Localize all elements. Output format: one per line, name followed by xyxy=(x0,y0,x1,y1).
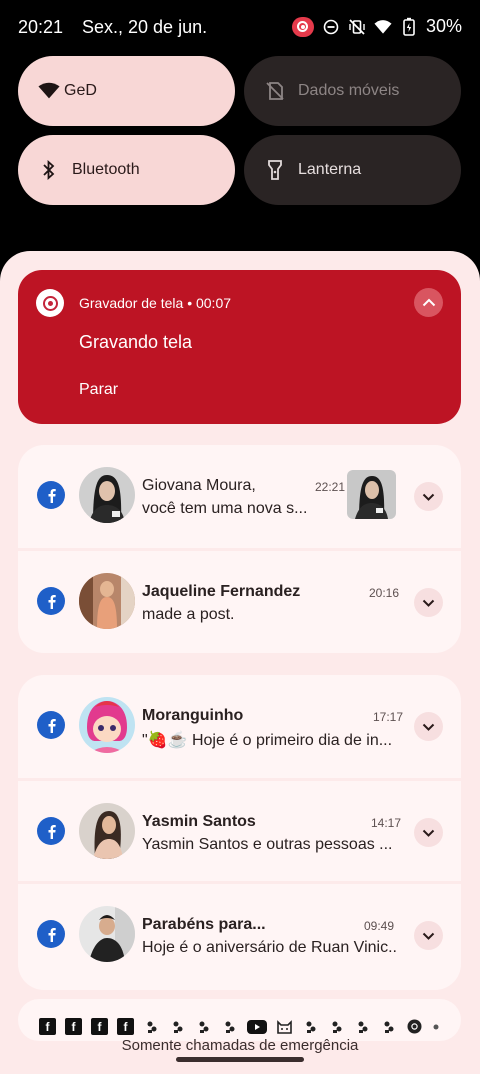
recorder-title: Gravando tela xyxy=(79,332,193,352)
expand-button[interactable] xyxy=(414,588,443,617)
app-icon xyxy=(354,1018,371,1035)
youtube-icon xyxy=(247,1018,267,1035)
screen-recorder-app-icon xyxy=(36,289,64,317)
app-icon xyxy=(302,1018,319,1035)
expand-button[interactable] xyxy=(414,818,443,847)
notification-text: Hoje é o aniversário de Ruan Vinic... xyxy=(142,939,397,956)
tile-wifi-label: GeD xyxy=(64,82,97,99)
chevron-down-icon xyxy=(422,932,435,940)
do-not-disturb-icon xyxy=(322,18,340,36)
tile-mobile-data[interactable]: Dados móveis xyxy=(244,56,461,126)
notification-item[interactable]: Moranguinho 17:17 "🍓☕ Hoje é o primeiro … xyxy=(18,675,461,778)
facebook-icon xyxy=(37,481,65,509)
app-icon xyxy=(380,1018,397,1035)
collapse-button[interactable] xyxy=(414,288,443,317)
notification-shade-screen: 20:21 Sex., 20 de jun. 30% GeD Dados móv… xyxy=(0,0,480,1074)
notification-text: made a post. xyxy=(142,606,235,623)
notification-sender: Parabéns para... xyxy=(142,916,266,933)
expand-button[interactable] xyxy=(414,712,443,741)
notification-item[interactable]: Yasmin Santos 14:17 Yasmin Santos e outr… xyxy=(18,778,461,881)
facebook-icon: f xyxy=(91,1018,108,1035)
facebook-icon xyxy=(37,711,65,739)
notification-time: 09:49 xyxy=(364,919,395,933)
app-icon xyxy=(143,1018,160,1035)
tile-flashlight[interactable]: Lanterna xyxy=(244,135,461,205)
chevron-down-icon xyxy=(422,493,435,501)
facebook-icon: f xyxy=(65,1018,82,1035)
recorder-app-name: Gravador de tela xyxy=(79,295,184,311)
stop-recording-button[interactable]: Parar xyxy=(79,381,118,399)
status-time: 20:21 xyxy=(18,17,64,37)
app-icon xyxy=(328,1018,345,1035)
gesture-handle[interactable] xyxy=(176,1057,304,1062)
facebook-icon xyxy=(37,920,65,948)
notification-sender: Yasmin Santos xyxy=(142,813,256,830)
vibrate-off-icon xyxy=(348,18,366,36)
facebook-icon: f xyxy=(39,1018,56,1035)
tile-mobile-data-label: Dados móveis xyxy=(298,82,400,99)
notification-time: 22:21 xyxy=(315,480,346,494)
notification-group: Moranguinho 17:17 "🍓☕ Hoje é o primeiro … xyxy=(18,675,461,990)
notification-time: 20:16 xyxy=(369,586,400,600)
overflow-icons-shelf[interactable]: f f f f xyxy=(18,999,461,1041)
bluetooth-icon xyxy=(38,159,60,181)
facebook-icon xyxy=(37,817,65,845)
wifi-icon xyxy=(38,80,60,102)
app-icons-row: f f f f xyxy=(39,1018,440,1035)
emergency-calls-text: Somente chamadas de emergência xyxy=(121,1037,359,1054)
notification-text: você tem uma nova s... xyxy=(142,500,308,517)
chevron-down-icon xyxy=(422,599,435,607)
more-dot-icon xyxy=(432,1018,440,1035)
notification-sender: Giovana Moura, xyxy=(142,477,256,494)
chevron-down-icon xyxy=(422,723,435,731)
notification-item[interactable]: Jaqueline Fernandez 20:16 made a post. xyxy=(18,548,461,651)
notification-item[interactable]: Giovana Moura, 22:21 você tem uma nova s… xyxy=(18,445,461,548)
avatar xyxy=(79,906,135,962)
facebook-icon: f xyxy=(117,1018,134,1035)
notification-text: Yasmin Santos e outras pessoas ... xyxy=(142,836,393,853)
recorder-separator: • xyxy=(187,295,193,311)
app-icon xyxy=(169,1018,186,1035)
notification-item[interactable]: Parabéns para... 09:49 Hoje é o aniversá… xyxy=(18,881,461,984)
wifi-icon xyxy=(374,18,392,36)
status-bar: 20:21 Sex., 20 de jun. 30% xyxy=(0,0,480,56)
notification-time: 17:17 xyxy=(373,710,404,724)
chevron-down-icon xyxy=(422,829,435,837)
status-icons: 30% xyxy=(291,16,462,37)
notification-text: "🍓☕ Hoje é o primeiro dia de in... xyxy=(142,732,393,749)
screen-record-icon xyxy=(291,16,314,37)
chevron-up-icon xyxy=(422,298,435,307)
battery-percent: 30% xyxy=(425,16,462,36)
expand-button[interactable] xyxy=(414,921,443,950)
avatar xyxy=(79,467,135,523)
notification-sender: Jaqueline Fernandez xyxy=(142,583,301,600)
tile-bluetooth-label: Bluetooth xyxy=(72,161,140,178)
status-date: Sex., 20 de jun. xyxy=(82,17,208,37)
facebook-icon xyxy=(37,587,65,615)
flashlight-icon xyxy=(264,159,286,181)
avatar xyxy=(79,803,135,859)
app-icon xyxy=(221,1018,238,1035)
screen-recorder-notification[interactable]: Gravador de tela • 00:07 Gravando tela P… xyxy=(18,270,461,424)
tile-wifi[interactable]: GeD xyxy=(18,56,235,126)
avatar xyxy=(79,697,135,753)
mobile-data-off-icon xyxy=(264,80,286,102)
notification-thumbnail xyxy=(347,470,396,519)
notification-group: Giovana Moura, 22:21 você tem uma nova s… xyxy=(18,445,461,653)
recorder-elapsed: 00:07 xyxy=(195,295,232,311)
cat-icon xyxy=(276,1018,293,1035)
avatar xyxy=(79,573,135,629)
expand-button[interactable] xyxy=(414,482,443,511)
chrome-icon xyxy=(406,1018,423,1035)
recorder-header: Gravador de tela • 00:07 xyxy=(79,295,231,311)
notification-time: 14:17 xyxy=(371,816,402,830)
app-icon xyxy=(195,1018,212,1035)
battery-icon xyxy=(400,17,418,36)
tile-bluetooth[interactable]: Bluetooth xyxy=(18,135,235,205)
notification-sender: Moranguinho xyxy=(142,707,244,724)
tile-flashlight-label: Lanterna xyxy=(298,161,362,178)
